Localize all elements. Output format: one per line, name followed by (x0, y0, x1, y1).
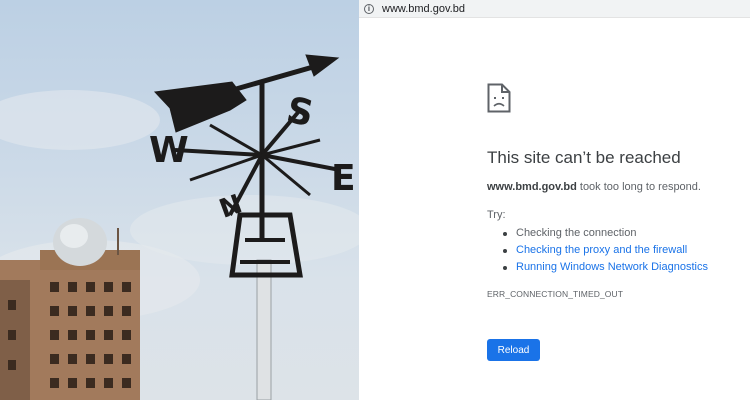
browser-window: i www.bmd.gov.bd This site can’t be reac… (359, 0, 750, 400)
error-code: ERR_CONNECTION_TIMED_OUT (487, 289, 624, 299)
suggestion-list: Checking the connection Checking the pro… (503, 225, 708, 276)
url-text[interactable]: www.bmd.gov.bd (382, 3, 465, 15)
try-label: Try: (487, 209, 506, 221)
error-detail: www.bmd.gov.bd took too long to respond. (487, 181, 701, 193)
photo-illustration (0, 54, 359, 400)
suggestion-check-connection: Checking the connection (503, 225, 708, 242)
vane-letter-w: W (149, 130, 189, 171)
error-title: This site can’t be reached (487, 148, 681, 167)
sad-page-icon (487, 83, 511, 118)
radar-building (0, 218, 140, 400)
error-host: www.bmd.gov.bd (487, 181, 577, 193)
suggestion-check-proxy-link[interactable]: Checking the proxy and the firewall (503, 242, 708, 259)
vane-letter-e: E (331, 158, 356, 199)
address-bar[interactable]: i www.bmd.gov.bd (359, 0, 750, 18)
weather-vane-photo: W S E N (0, 0, 359, 400)
error-detail-text: took too long to respond. (576, 181, 701, 193)
suggestion-network-diagnostics-link[interactable]: Running Windows Network Diagnostics (503, 259, 708, 276)
reload-button[interactable]: Reload (487, 339, 540, 361)
info-icon[interactable]: i (364, 3, 374, 14)
